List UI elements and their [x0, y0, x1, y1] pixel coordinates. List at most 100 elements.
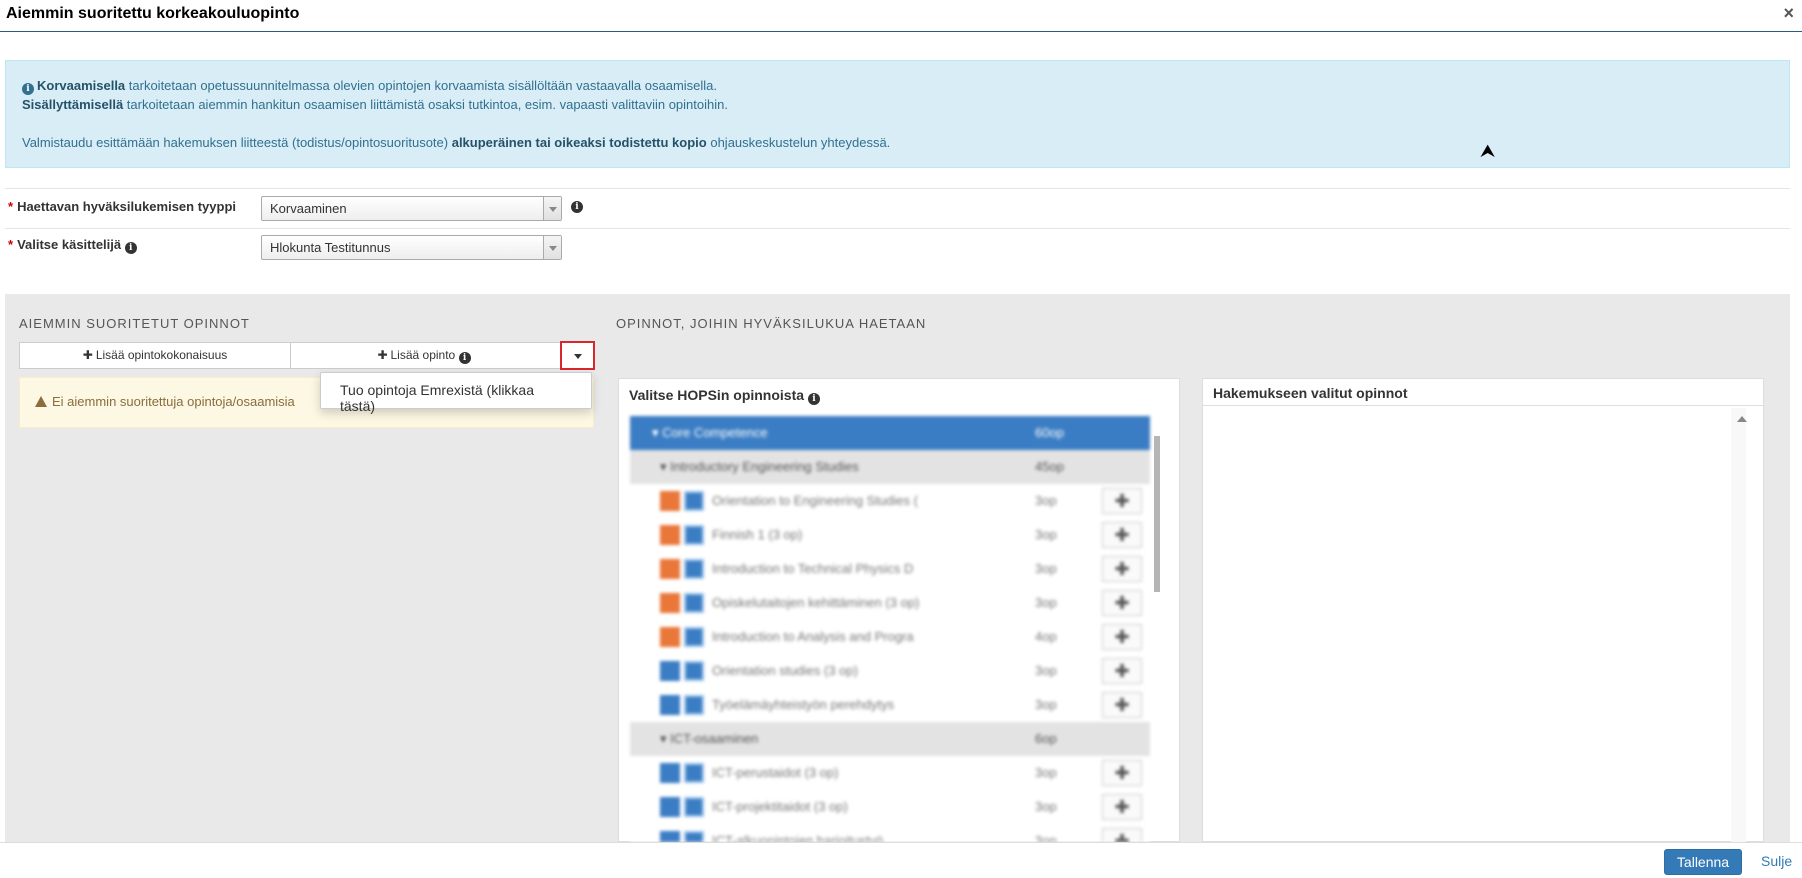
info-icon[interactable]: [684, 627, 704, 647]
tree-item-label: Introduction to Technical Physics D: [712, 561, 914, 576]
add-course-icon[interactable]: ✚: [1102, 658, 1142, 684]
credits-label: 3op: [1035, 561, 1057, 576]
mouse-pointer-icon: ⮝: [1480, 141, 1496, 161]
tree-item-label: Orientation studies (3 op): [712, 663, 858, 678]
tree-item[interactable]: ✚ ICT-perustaidot (3 op) 3op: [630, 756, 1150, 790]
info-icon[interactable]: i: [124, 242, 137, 254]
type-select[interactable]: Korvaaminen: [261, 196, 562, 221]
close-button[interactable]: Sulje: [1761, 853, 1792, 869]
modal-footer: Tallenna Sulje: [0, 842, 1802, 878]
dropdown-menu: Tuo opintoja Emrexistä (klikkaa tästä): [320, 372, 592, 414]
tree-item-label: Introduction to Analysis and Progra: [712, 629, 914, 644]
tree-item-label: Orientation to Engineering Studies (: [712, 493, 918, 508]
tree-item[interactable]: ✚ Orientation to Engineering Studies ( 3op: [630, 484, 1150, 518]
handler-select[interactable]: Hlokunta Testitunnus: [261, 235, 562, 260]
add-course-icon[interactable]: ✚: [1102, 556, 1142, 582]
add-course-button[interactable]: ✚ Lisää opinto i: [290, 342, 561, 369]
credits-label: 4op: [1035, 629, 1057, 644]
info-icon[interactable]: [684, 695, 704, 715]
tree-item-label: ICT-alkuopintojen harjoitustyö: [712, 833, 884, 842]
add-course-icon[interactable]: ✚: [1102, 794, 1142, 820]
course-type-icon: [660, 797, 680, 817]
course-type-icon: [660, 559, 680, 579]
credits-label: 3op: [1035, 765, 1057, 780]
course-type-icon: [660, 525, 680, 545]
close-icon[interactable]: ×: [1783, 3, 1794, 24]
tree-item[interactable]: ✚ Introduction to Technical Physics D 3op: [630, 552, 1150, 586]
tree-group[interactable]: ▾ ICT-osaaminen 6op: [630, 722, 1150, 756]
info-line-1: i Korvaamisella tarkoitetaan opetussuunni…: [22, 76, 1773, 95]
modal-header: Aiemmin suoritettu korkeakouluopinto ×: [0, 0, 1802, 32]
credits-label: 3op: [1035, 527, 1057, 542]
add-course-icon[interactable]: ✚: [1102, 760, 1142, 786]
tree-item-label: Työelämäyhteistyön perehdytys: [712, 697, 895, 712]
info-icon[interactable]: i: [571, 201, 583, 213]
type-label: * Haettavan hyväksilukemisen tyyppi: [8, 199, 236, 214]
tree-item-label: ICT-projektitaidot (3 op): [712, 799, 848, 814]
info-icon[interactable]: [684, 763, 704, 783]
credits-label: 6op: [1035, 731, 1057, 746]
course-type-icon: [660, 763, 680, 783]
divider: [5, 228, 1790, 229]
tree-item-label: Finnish 1 (3 op): [712, 527, 803, 542]
course-type-icon: [660, 831, 680, 842]
tree-item-label: Opiskelutaitojen kehittäminen (3 op): [712, 595, 920, 610]
tree-item[interactable]: ✚ Orientation studies (3 op) 3op: [630, 654, 1150, 688]
add-course-icon[interactable]: ✚: [1102, 488, 1142, 514]
save-button[interactable]: Tallenna: [1664, 849, 1742, 875]
add-course-icon[interactable]: ✚: [1102, 828, 1142, 842]
course-type-icon: [660, 661, 680, 681]
tree-item[interactable]: ✚ ICT-projektitaidot (3 op) 3op: [630, 790, 1150, 824]
previous-studies-heading: AIEMMIN SUORITETUT OPINNOT: [19, 316, 250, 331]
plus-icon: ✚: [377, 348, 388, 362]
info-icon[interactable]: [684, 491, 704, 511]
tree-group[interactable]: ▾ Introductory Engineering Studies 45op: [630, 450, 1150, 484]
add-course-icon[interactable]: ✚: [1102, 590, 1142, 616]
tree-item[interactable]: ✚ Introduction to Analysis and Progra 4op: [630, 620, 1150, 654]
handler-label: * Valitse käsittelijä i: [8, 237, 140, 254]
warning-icon: [35, 396, 47, 407]
info-icon[interactable]: [684, 593, 704, 613]
chevron-down-icon[interactable]: [543, 236, 561, 259]
credits-label: 3op: [1035, 799, 1057, 814]
course-type-icon: [660, 627, 680, 647]
more-options-dropdown-toggle[interactable]: [560, 341, 595, 370]
info-icon[interactable]: [684, 661, 704, 681]
info-line-3: Valmistaudu esittämään hakemuksen liitte…: [22, 135, 891, 150]
info-icon[interactable]: [684, 797, 704, 817]
selected-studies-panel: Hakemukseen valitut opinnot: [1202, 378, 1764, 842]
scrollbar[interactable]: [1731, 408, 1746, 842]
tree-root[interactable]: ▾ Core Competence 60op: [630, 416, 1150, 450]
scrollbar[interactable]: [1154, 436, 1160, 592]
add-course-icon[interactable]: ✚: [1102, 624, 1142, 650]
tree-item[interactable]: ✚ Opiskelutaitojen kehittäminen (3 op) 3op: [630, 586, 1150, 620]
info-icon: i: [458, 352, 471, 364]
course-type-icon: [660, 695, 680, 715]
credits-label: 60op: [1035, 425, 1064, 440]
credits-label: 3op: [1035, 493, 1057, 508]
hops-panel-title: Valitse HOPSin opinnoista i: [629, 387, 823, 405]
credits-label: 3op: [1035, 697, 1057, 712]
tree-item-label: ▾ ICT-osaaminen: [660, 731, 759, 746]
info-icon[interactable]: [684, 559, 704, 579]
info-line-2: Sisällyttämisellä tarkoitetaan aiemmin h…: [22, 97, 728, 112]
tree-item[interactable]: ✚ ICT-alkuopintojen harjoitustyö 3op: [630, 824, 1150, 842]
add-course-icon[interactable]: ✚: [1102, 522, 1142, 548]
info-alert: i Korvaamisella tarkoitetaan opetussuunni…: [5, 60, 1790, 168]
info-icon[interactable]: [684, 831, 704, 842]
tree-item[interactable]: ✚ Työelämäyhteistyön perehdytys 3op: [630, 688, 1150, 722]
credits-label: 3op: [1035, 663, 1057, 678]
tree-item-label: ▾ Introductory Engineering Studies: [660, 459, 859, 474]
course-type-icon: [660, 593, 680, 613]
add-study-module-button[interactable]: ✚ Lisää opintokokonaisuus: [19, 342, 291, 369]
target-studies-heading: OPINNOT, JOIHIN HYVÄKSILUKUA HAETAAN: [616, 316, 927, 331]
selected-panel-title: Hakemukseen valitut opinnot: [1213, 385, 1408, 401]
scroll-up-icon[interactable]: [1737, 416, 1747, 422]
credits-label: 45op: [1035, 459, 1064, 474]
info-icon[interactable]: i: [807, 393, 820, 405]
info-icon[interactable]: [684, 525, 704, 545]
tree-item[interactable]: ✚ Finnish 1 (3 op) 3op: [630, 518, 1150, 552]
chevron-down-icon[interactable]: [543, 197, 561, 220]
plus-icon: ✚: [82, 348, 93, 362]
add-course-icon[interactable]: ✚: [1102, 692, 1142, 718]
